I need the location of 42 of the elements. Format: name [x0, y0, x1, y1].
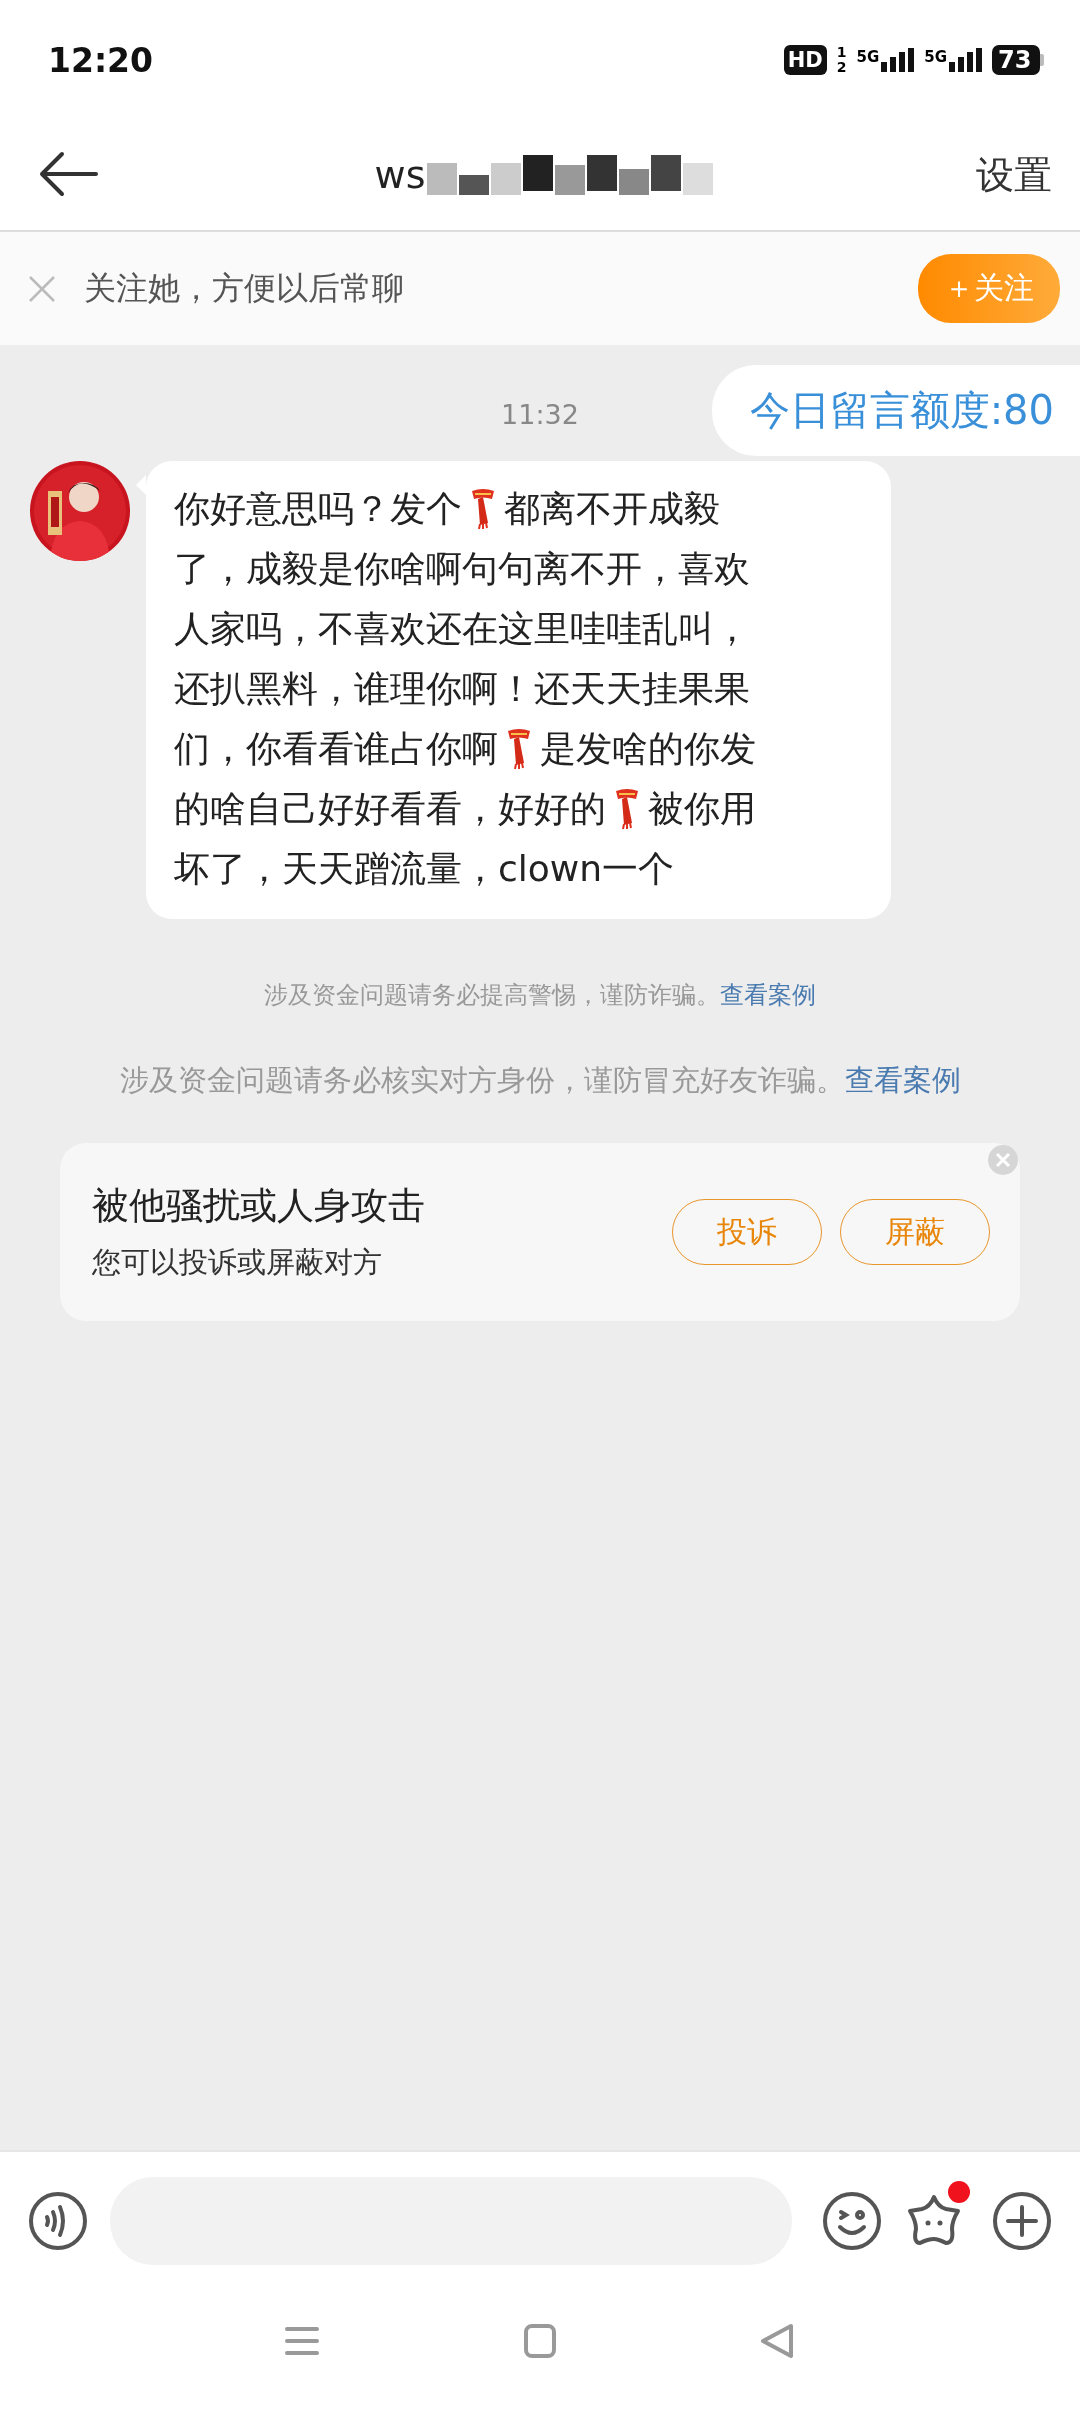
network-label: 5G — [924, 48, 947, 66]
message-text: 人家吗，不喜欢还在这里哇哇乱叫， — [174, 607, 750, 651]
close-button[interactable] — [28, 274, 56, 303]
message-text: 坏了，天天蹭流量，clown一个 — [174, 847, 675, 891]
plus-icon — [992, 2191, 1052, 2251]
sim-label: 1 — [836, 45, 847, 60]
message-text: 都离不开成毅 — [504, 487, 720, 531]
view-cases-link[interactable]: 查看案例 — [720, 981, 816, 1009]
message-time: 11:32 — [501, 399, 579, 430]
message-text: 被你用 — [648, 787, 756, 831]
square-icon — [521, 2323, 559, 2359]
voice-button[interactable] — [28, 2191, 88, 2251]
battery-level: 73 — [992, 45, 1040, 75]
message-text: 们，你看看谁占你啊 — [174, 727, 498, 771]
card-subtitle: 您可以投诉或屏蔽对方 — [92, 1244, 383, 1281]
warning-text: 涉及资金问题请务必提高警惕，谨防诈骗。 — [264, 981, 720, 1009]
message-text: 的啥自己好好看看，好好的 — [174, 787, 606, 831]
signal-icon — [881, 48, 915, 72]
follow-prompt: 关注她，方便以后常聊 — [84, 267, 405, 309]
message-text: 你好意思吗？发个 — [174, 487, 462, 531]
warning-text: 涉及资金问题请务必核实对方身份，谨防冒充好友诈骗。 — [119, 1063, 845, 1097]
voice-icon — [28, 2191, 88, 2251]
sim-label: 2 — [836, 60, 847, 75]
add-button[interactable] — [992, 2191, 1052, 2251]
view-cases-link[interactable]: 查看案例 — [844, 1063, 961, 1097]
chat-title: ws — [374, 153, 426, 197]
message-text: 还扒黑料，谁理你啊！还天天挂果果 — [174, 667, 750, 711]
message-bubble: 今日留言额度:80 — [711, 365, 1080, 456]
emoji-button[interactable] — [822, 2191, 882, 2251]
close-icon — [28, 274, 56, 303]
home-button[interactable] — [521, 2323, 559, 2359]
signal-icon — [949, 48, 982, 72]
status-time: 12:20 — [48, 40, 154, 80]
message-text: 了，成毅是你啥啊句句离不开，喜欢 — [174, 547, 750, 591]
message-text: 是发啥的你发 — [540, 727, 756, 771]
network-label: 5G — [856, 48, 880, 66]
settings-link[interactable]: 设置 — [976, 149, 1052, 201]
card-title: 被他骚扰或人身攻击 — [92, 1183, 426, 1229]
hd-indicator: HD — [783, 45, 827, 75]
follow-button[interactable]: ＋关注 — [918, 254, 1060, 323]
close-button[interactable] — [988, 1145, 1018, 1175]
smiley-icon — [822, 2191, 882, 2251]
